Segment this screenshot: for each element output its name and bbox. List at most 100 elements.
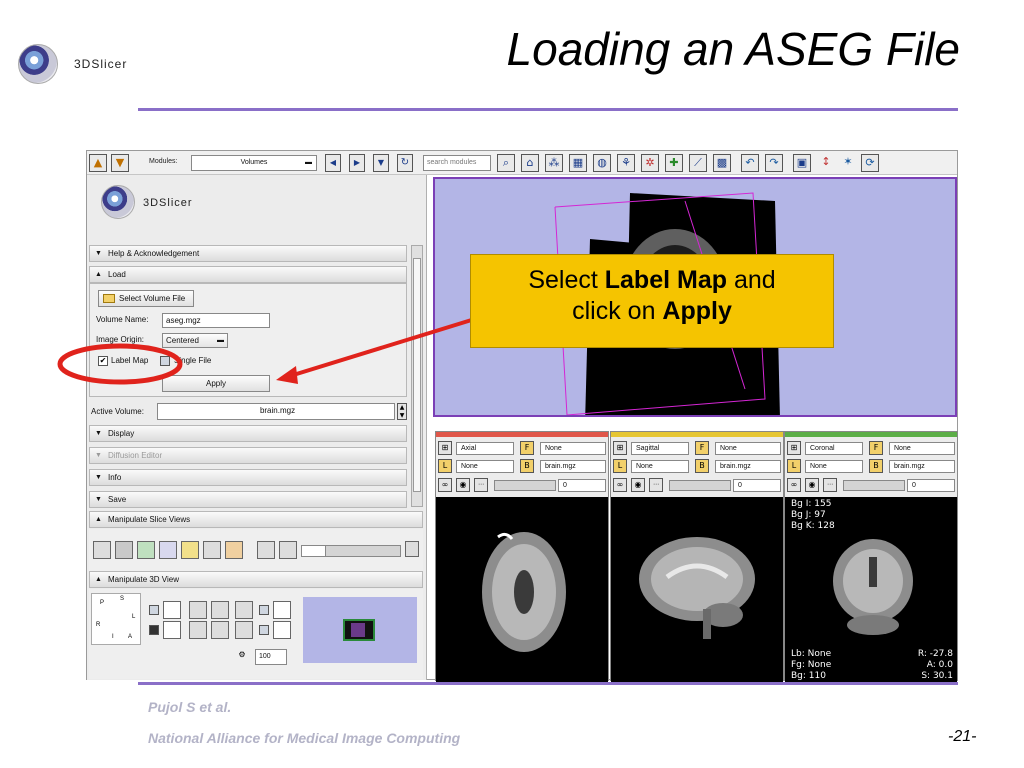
coronal-offset-field[interactable]: 0 (907, 479, 955, 492)
section-help[interactable]: ▼ Help & Acknowledgement (89, 245, 407, 262)
view-center-icon[interactable] (235, 601, 253, 619)
spin-icon[interactable] (163, 601, 181, 619)
rock-checkbox[interactable] (259, 605, 269, 615)
view-box-icon[interactable] (189, 601, 207, 619)
pick-icon[interactable]: ↕ (817, 154, 835, 172)
slice-view-sagittal[interactable]: ⊞ Sagittal F None L None B brain.mgz ∞ ◉… (610, 431, 784, 682)
slice-cross-icon[interactable] (203, 541, 221, 559)
screenshot-icon[interactable]: ▣ (793, 154, 811, 172)
sagittal-menu-icon[interactable]: ⋯ (649, 478, 663, 492)
single-file-checkbox[interactable] (160, 356, 170, 366)
view-pick-icon[interactable] (211, 601, 229, 619)
slice-grid-icon[interactable] (115, 541, 133, 559)
view3d-thumbnail[interactable] (303, 597, 417, 663)
coronal-layer-icon[interactable]: L (787, 459, 801, 473)
lookfrom-icon[interactable] (189, 621, 207, 639)
slice-fit-icon[interactable] (257, 541, 275, 559)
stereo-checkbox[interactable] (149, 625, 159, 635)
volumes-icon[interactable]: ▦ (569, 154, 587, 172)
view-refresh-icon[interactable]: ⟳ (861, 154, 879, 172)
sagittal-orientation-select[interactable]: Sagittal (631, 442, 689, 455)
volume-name-field[interactable]: aseg.mgz (162, 313, 270, 328)
axis-icon[interactable] (273, 621, 291, 639)
layout-icon[interactable]: ▩ (713, 154, 731, 172)
slice-fov-slider[interactable] (301, 545, 401, 557)
zoom-field[interactable]: 100 (255, 649, 287, 665)
active-volume-select[interactable]: brain.mgz (157, 403, 395, 420)
search-icon[interactable]: ⌕ (497, 154, 515, 172)
axial-layer-icon[interactable]: L (438, 459, 452, 473)
image-origin-select[interactable]: Centered ▬ (162, 333, 228, 348)
module-search-input[interactable]: search modules (423, 155, 491, 171)
axis-checkbox[interactable] (259, 625, 269, 635)
sagittal-layer-icon[interactable]: L (613, 459, 627, 473)
sagittal-offset-field[interactable]: 0 (733, 479, 781, 492)
axial-fg-select[interactable]: None (540, 442, 606, 455)
label-map-checkbox[interactable]: ✔ (98, 356, 108, 366)
section-manipulate-3d[interactable]: ▲ Manipulate 3D View (89, 571, 423, 588)
axial-pin-icon[interactable]: ⊞ (438, 441, 452, 455)
axial-offset-field[interactable]: 0 (558, 479, 606, 492)
axial-image[interactable] (436, 497, 608, 682)
coronal-bg-icon[interactable]: B (869, 459, 883, 473)
coronal-eye-icon[interactable]: ◉ (805, 478, 819, 492)
sagittal-fg-icon[interactable]: F (695, 441, 709, 455)
section-load[interactable]: ▲ Load (89, 266, 407, 283)
sagittal-pin-icon[interactable]: ⊞ (613, 441, 627, 455)
spin-checkbox[interactable] (149, 605, 159, 615)
slice-green-icon[interactable] (137, 541, 155, 559)
transforms-icon[interactable]: ✚ (665, 154, 683, 172)
sagittal-bg-select[interactable]: None (631, 460, 689, 473)
coronal-lb-select[interactable]: brain.mgz (889, 460, 955, 473)
sagittal-eye-icon[interactable]: ◉ (631, 478, 645, 492)
apply-button[interactable]: Apply (162, 375, 270, 392)
zoom-fit-icon[interactable] (235, 621, 253, 639)
slice-view-icon[interactable] (159, 541, 177, 559)
data-icon[interactable]: ⁂ (545, 154, 563, 172)
axial-menu-icon[interactable]: ⋯ (474, 478, 488, 492)
section-save[interactable]: ▼ Save (89, 491, 407, 508)
module-history-icon[interactable]: ▼ (373, 154, 389, 172)
section-display[interactable]: ▼ Display (89, 425, 407, 442)
slice-yellow-icon[interactable] (181, 541, 199, 559)
active-volume-spinner-icon[interactable]: ▲ ▼ (397, 403, 407, 420)
place-icon[interactable]: ✶ (839, 154, 857, 172)
slice-view-coronal[interactable]: ⊞ Coronal F None L None B brain.mgz ∞ ◉ … (784, 431, 958, 682)
sagittal-lb-select[interactable]: brain.mgz (715, 460, 781, 473)
module-back-icon[interactable]: ◀ (325, 154, 341, 172)
coronal-menu-icon[interactable]: ⋯ (823, 478, 837, 492)
coronal-slider[interactable] (843, 480, 905, 491)
stereo-icon[interactable] (163, 621, 181, 639)
axial-bg-icon[interactable]: B (520, 459, 534, 473)
module-selector[interactable]: Volumes ▬ (191, 155, 317, 171)
axial-eye-icon[interactable]: ◉ (456, 478, 470, 492)
coronal-image[interactable]: Bg I: 155 Bg J: 97 Bg K: 128 Lb: None Fg… (785, 497, 957, 682)
section-manipulate-slice[interactable]: ▲ Manipulate Slice Views (89, 511, 423, 528)
axial-bg-select[interactable]: None (456, 460, 514, 473)
axial-fg-icon[interactable]: F (520, 441, 534, 455)
axial-slider[interactable] (494, 480, 556, 491)
coronal-pin-icon[interactable]: ⊞ (787, 441, 801, 455)
panel-scrollbar-thumb[interactable] (413, 258, 421, 492)
slice-layout-icon[interactable] (225, 541, 243, 559)
refresh-icon[interactable]: ↻ (397, 154, 413, 172)
rock-icon[interactable] (273, 601, 291, 619)
panel-scrollbar[interactable] (411, 245, 423, 507)
redo-icon[interactable]: ↷ (765, 154, 783, 172)
sagittal-link-icon[interactable]: ∞ (613, 478, 627, 492)
slice-pick-icon[interactable] (93, 541, 111, 559)
coronal-fg-icon[interactable]: F (869, 441, 883, 455)
sagittal-image[interactable] (611, 497, 783, 682)
select-volume-file-button[interactable]: Select Volume File (98, 290, 194, 307)
axial-link-icon[interactable]: ∞ (438, 478, 452, 492)
sagittal-bg-icon[interactable]: B (695, 459, 709, 473)
orientation-widget[interactable]: P S L R I A (91, 593, 141, 645)
slice-screenshot-icon[interactable] (405, 541, 419, 557)
fiducials-icon[interactable]: ⚘ (617, 154, 635, 172)
coronal-bg-select[interactable]: None (805, 460, 863, 473)
coronal-link-icon[interactable]: ∞ (787, 478, 801, 492)
editor-icon[interactable]: ✲ (641, 154, 659, 172)
axial-lb-select[interactable]: brain.mgz (540, 460, 606, 473)
zoom-icon[interactable]: ⚙ (233, 649, 251, 663)
measure-icon[interactable]: ⟋ (689, 154, 707, 172)
